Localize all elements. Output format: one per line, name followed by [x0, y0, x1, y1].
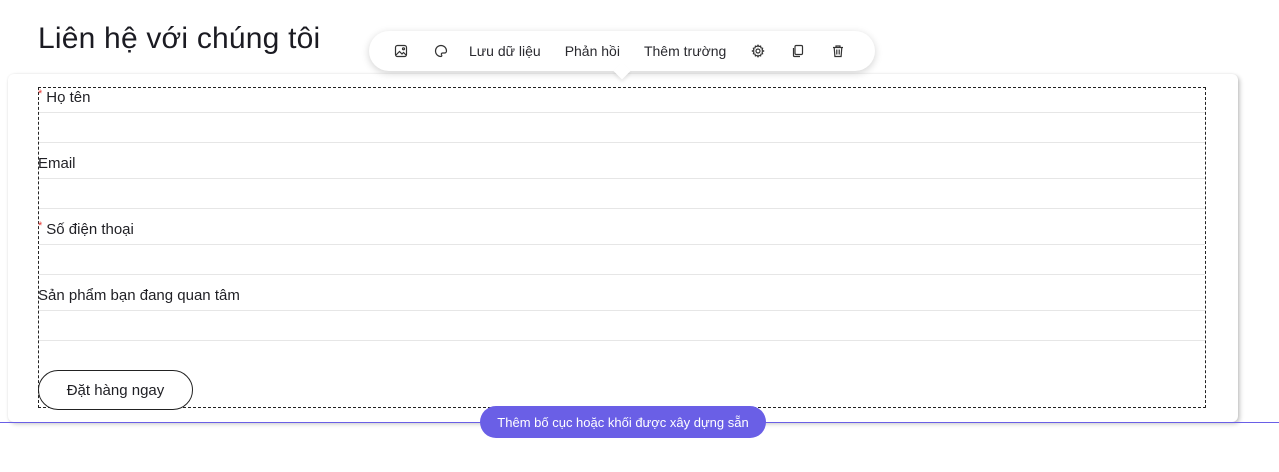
field-label-ho-ten: * Họ tên — [38, 88, 91, 106]
add-field-button[interactable]: Thêm trường — [644, 43, 726, 59]
product-input[interactable] — [39, 310, 1205, 341]
field-label-text: Số điện thoại — [46, 221, 134, 238]
required-mark: * — [38, 220, 43, 232]
ho-ten-input[interactable] — [39, 112, 1205, 143]
image-icon[interactable] — [389, 39, 413, 63]
page-title: Liên hệ với chúng tôi — [38, 22, 321, 55]
field-label-text: Email — [38, 155, 76, 172]
field-label-text: Họ tên — [46, 89, 91, 106]
field-label-phone: * Số điện thoại — [38, 220, 134, 238]
trash-icon[interactable] — [826, 39, 850, 63]
page: Liên hệ với chúng tôi * Họ tên Email * Số … — [0, 0, 1279, 472]
save-data-button[interactable]: Lưu dữ liệu — [469, 43, 541, 59]
add-prebuilt-block-button[interactable]: Thêm bố cục hoặc khối được xây dựng sẵn — [480, 406, 766, 438]
feedback-button[interactable]: Phản hồi — [565, 43, 620, 59]
block-toolbar: Lưu dữ liệu Phản hồi Thêm trường — [369, 31, 875, 71]
required-mark: * — [38, 88, 43, 100]
field-label-text: Sản phẩm bạn đang quan tâm — [38, 287, 240, 304]
field-label-email: Email — [38, 155, 76, 172]
phone-input[interactable] — [39, 244, 1205, 275]
field-label-product: Sản phẩm bạn đang quan tâm — [38, 287, 240, 304]
submit-button[interactable]: Đặt hàng ngay — [38, 370, 193, 410]
email-input[interactable] — [39, 178, 1205, 209]
palette-icon[interactable] — [429, 39, 453, 63]
gear-icon[interactable] — [746, 39, 770, 63]
copy-icon[interactable] — [786, 39, 810, 63]
